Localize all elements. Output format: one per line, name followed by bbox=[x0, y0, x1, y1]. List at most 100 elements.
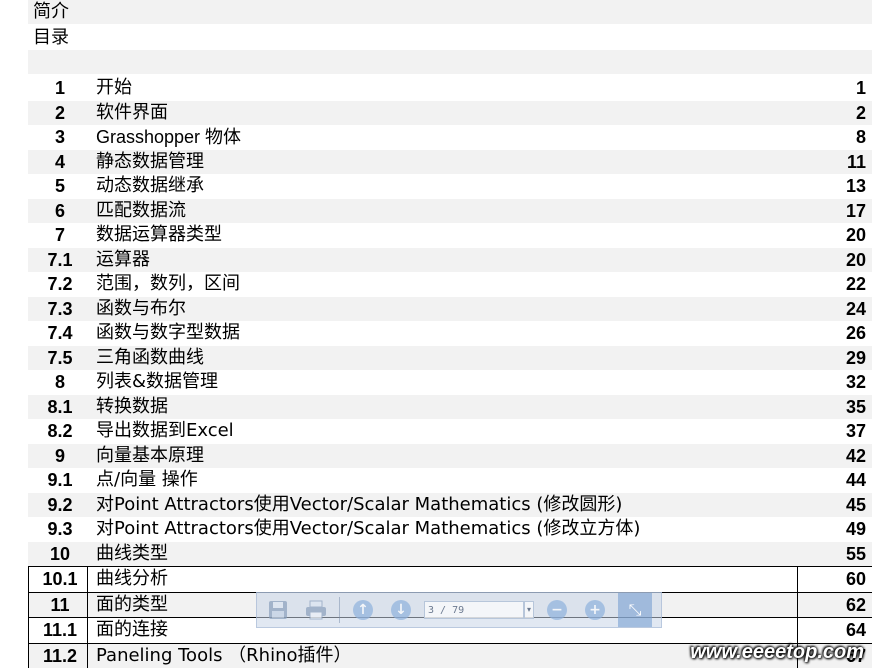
toc-section-title[interactable]: 函数与布尔 bbox=[96, 297, 186, 321]
table-border-line bbox=[797, 592, 798, 617]
toc-page-number: 62 bbox=[845, 594, 866, 615]
toc-section-number: 9 bbox=[54, 445, 65, 466]
toc-row[interactable]: 10.1 曲线分析 60 bbox=[28, 566, 872, 592]
intro-heading: 简介 bbox=[33, 1, 69, 22]
toc-section-number: 7.2 bbox=[47, 274, 73, 294]
toc-section-title[interactable]: 曲线类型 bbox=[96, 542, 168, 566]
toc-section-number: 8.2 bbox=[47, 421, 73, 441]
intro-heading-row: 简介 bbox=[0, 0, 872, 24]
toc-section-title[interactable]: 导出数据到Excel bbox=[96, 419, 234, 443]
page-selector[interactable]: 3 / 79 ▾ bbox=[424, 601, 534, 619]
toc-section-number: 11 bbox=[50, 594, 70, 615]
table-border-line bbox=[797, 567, 798, 592]
toc-section-title[interactable]: 曲线分析 bbox=[96, 567, 168, 591]
toc-section-title[interactable]: 函数与数字型数据 bbox=[96, 321, 240, 345]
toc-section-number: 9.3 bbox=[47, 519, 73, 539]
toc-section-title[interactable]: 数据运算器类型 bbox=[96, 223, 222, 247]
toc-section-title[interactable]: 静态数据管理 bbox=[96, 150, 204, 174]
toc-section-title[interactable]: 三角函数曲线 bbox=[96, 346, 204, 370]
toc-section-title[interactable]: 对Point Attractors使用Vector/Scalar Mathema… bbox=[96, 493, 622, 517]
toc-section-title[interactable]: 动态数据继承 bbox=[96, 174, 204, 198]
toc-row[interactable]: 9.1 点/向量 操作 44 bbox=[28, 468, 872, 493]
toc-section-number: 3 bbox=[54, 127, 65, 147]
toc-row[interactable]: 7.3 函数与布尔 24 bbox=[28, 296, 872, 321]
toc-section-title[interactable]: Grasshopper 物体 bbox=[96, 125, 241, 149]
toc-row[interactable]: 10 曲线类型 55 bbox=[28, 541, 872, 566]
toc-row[interactable]: 9 向量基本原理 42 bbox=[28, 443, 872, 468]
toc-section-title[interactable]: 匹配数据流 bbox=[96, 199, 186, 223]
toc-section-number: 5 bbox=[54, 176, 65, 196]
toc-section-title[interactable]: 范围，数列，区间 bbox=[96, 272, 240, 296]
toc-section-number: 7 bbox=[54, 225, 65, 245]
toc-page-number: 64 bbox=[845, 620, 866, 640]
toc-row[interactable]: 3 Grasshopper 物体 8 bbox=[28, 125, 872, 150]
spacer-band bbox=[28, 50, 872, 74]
toc-section-title[interactable]: 开始 bbox=[96, 76, 132, 100]
toc-section-title[interactable]: Paneling Tools （Rhino插件） bbox=[96, 644, 352, 668]
toc-section-title[interactable]: 列表&数据管理 bbox=[96, 370, 218, 394]
toc-page-number: 26 bbox=[845, 323, 866, 343]
toc-page-number: 60 bbox=[845, 569, 866, 589]
toc-page-number: 44 bbox=[845, 470, 866, 490]
toc-row[interactable]: 7.2 范围，数列，区间 22 bbox=[28, 272, 872, 297]
toc-section-title[interactable]: 对Point Attractors使用Vector/Scalar Mathema… bbox=[96, 517, 640, 541]
toc-section-title[interactable]: 运算器 bbox=[96, 248, 150, 272]
toc-section-number: 7.5 bbox=[47, 347, 73, 368]
toc-section-number: 10.1 bbox=[42, 569, 78, 589]
toc-section-number: 8 bbox=[54, 372, 65, 392]
toc-row[interactable]: 8 列表&数据管理 32 bbox=[28, 370, 872, 395]
toc-row[interactable]: 1 开始 1 bbox=[28, 76, 872, 101]
toc-section-title[interactable]: 转换数据 bbox=[96, 395, 168, 419]
toc-section-number: 9.2 bbox=[47, 494, 73, 515]
toc-row[interactable]: 5 动态数据继承 13 bbox=[28, 174, 872, 199]
toc-page-number: 8 bbox=[855, 127, 866, 147]
page-number-field[interactable]: 3 / 79 bbox=[424, 601, 524, 619]
page-down-icon[interactable]: ↓ bbox=[386, 595, 416, 625]
toc-section-title[interactable]: 软件界面 bbox=[96, 101, 168, 125]
toc-section-title[interactable]: 向量基本原理 bbox=[96, 444, 204, 468]
toc-section-number: 2 bbox=[54, 102, 65, 123]
toc-page-number: 17 bbox=[845, 200, 866, 221]
toc-section-number: 6 bbox=[54, 200, 65, 221]
zoom-in-icon[interactable]: + bbox=[580, 595, 610, 625]
toc-row[interactable]: 4 静态数据管理 11 bbox=[28, 149, 872, 174]
toc-row[interactable]: 2 软件界面 2 bbox=[28, 100, 872, 125]
print-icon[interactable] bbox=[301, 595, 331, 625]
toc-section-number: 9.1 bbox=[47, 470, 73, 490]
page-up-icon[interactable]: ↑ bbox=[348, 595, 378, 625]
toc-row[interactable]: 8.2 导出数据到Excel 37 bbox=[28, 419, 872, 444]
toc-section-number: 11.2 bbox=[42, 645, 78, 666]
toc-section-number: 8.1 bbox=[47, 396, 73, 417]
toc-row[interactable]: 6 匹配数据流 17 bbox=[28, 198, 872, 223]
toc-section-number: 11.1 bbox=[42, 620, 78, 640]
toc-section-title[interactable]: 面的类型 bbox=[96, 593, 168, 617]
toc-row[interactable]: 7.4 函数与数字型数据 26 bbox=[28, 321, 872, 346]
site-watermark: www.eeeetop.com bbox=[690, 641, 864, 663]
toc-page-number: 32 bbox=[845, 372, 866, 392]
toc-row[interactable]: 7.1 运算器 20 bbox=[28, 247, 872, 272]
toc-page-number: 37 bbox=[845, 421, 866, 441]
page-dropdown-arrow-icon[interactable]: ▾ bbox=[524, 601, 534, 619]
toc-page-number: 45 bbox=[845, 494, 866, 515]
toc-page-number: 24 bbox=[845, 298, 866, 319]
toc-section-number: 7.3 bbox=[47, 298, 73, 319]
toc-page-number: 29 bbox=[845, 347, 866, 368]
toolbar-separator bbox=[339, 597, 340, 623]
toc-row[interactable]: 7.5 三角函数曲线 29 bbox=[28, 345, 872, 370]
toc-row[interactable]: 9.2 对Point Attractors使用Vector/Scalar Math… bbox=[28, 492, 872, 517]
toc-section-title[interactable]: 面的连接 bbox=[96, 618, 168, 642]
toc-section-number: 4 bbox=[54, 151, 65, 172]
toc-page-number: 55 bbox=[845, 543, 866, 564]
toc-page-number: 22 bbox=[845, 274, 866, 294]
toc-page-number: 1 bbox=[855, 78, 866, 98]
contents-heading-row: 目录 bbox=[0, 26, 872, 50]
toc-section-number: 7.1 bbox=[47, 249, 73, 270]
toc-page-number: 49 bbox=[845, 519, 866, 539]
toc-row[interactable]: 8.1 转换数据 35 bbox=[28, 394, 872, 419]
toc-section-title[interactable]: 点/向量 操作 bbox=[96, 468, 198, 492]
toc-row[interactable]: 7 数据运算器类型 20 bbox=[28, 223, 872, 248]
save-icon[interactable] bbox=[263, 595, 293, 625]
collapse-icon[interactable]: ⤡ bbox=[618, 593, 652, 627]
toc-row[interactable]: 9.3 对Point Attractors使用Vector/Scalar Math… bbox=[28, 517, 872, 542]
zoom-out-icon[interactable]: − bbox=[542, 595, 572, 625]
